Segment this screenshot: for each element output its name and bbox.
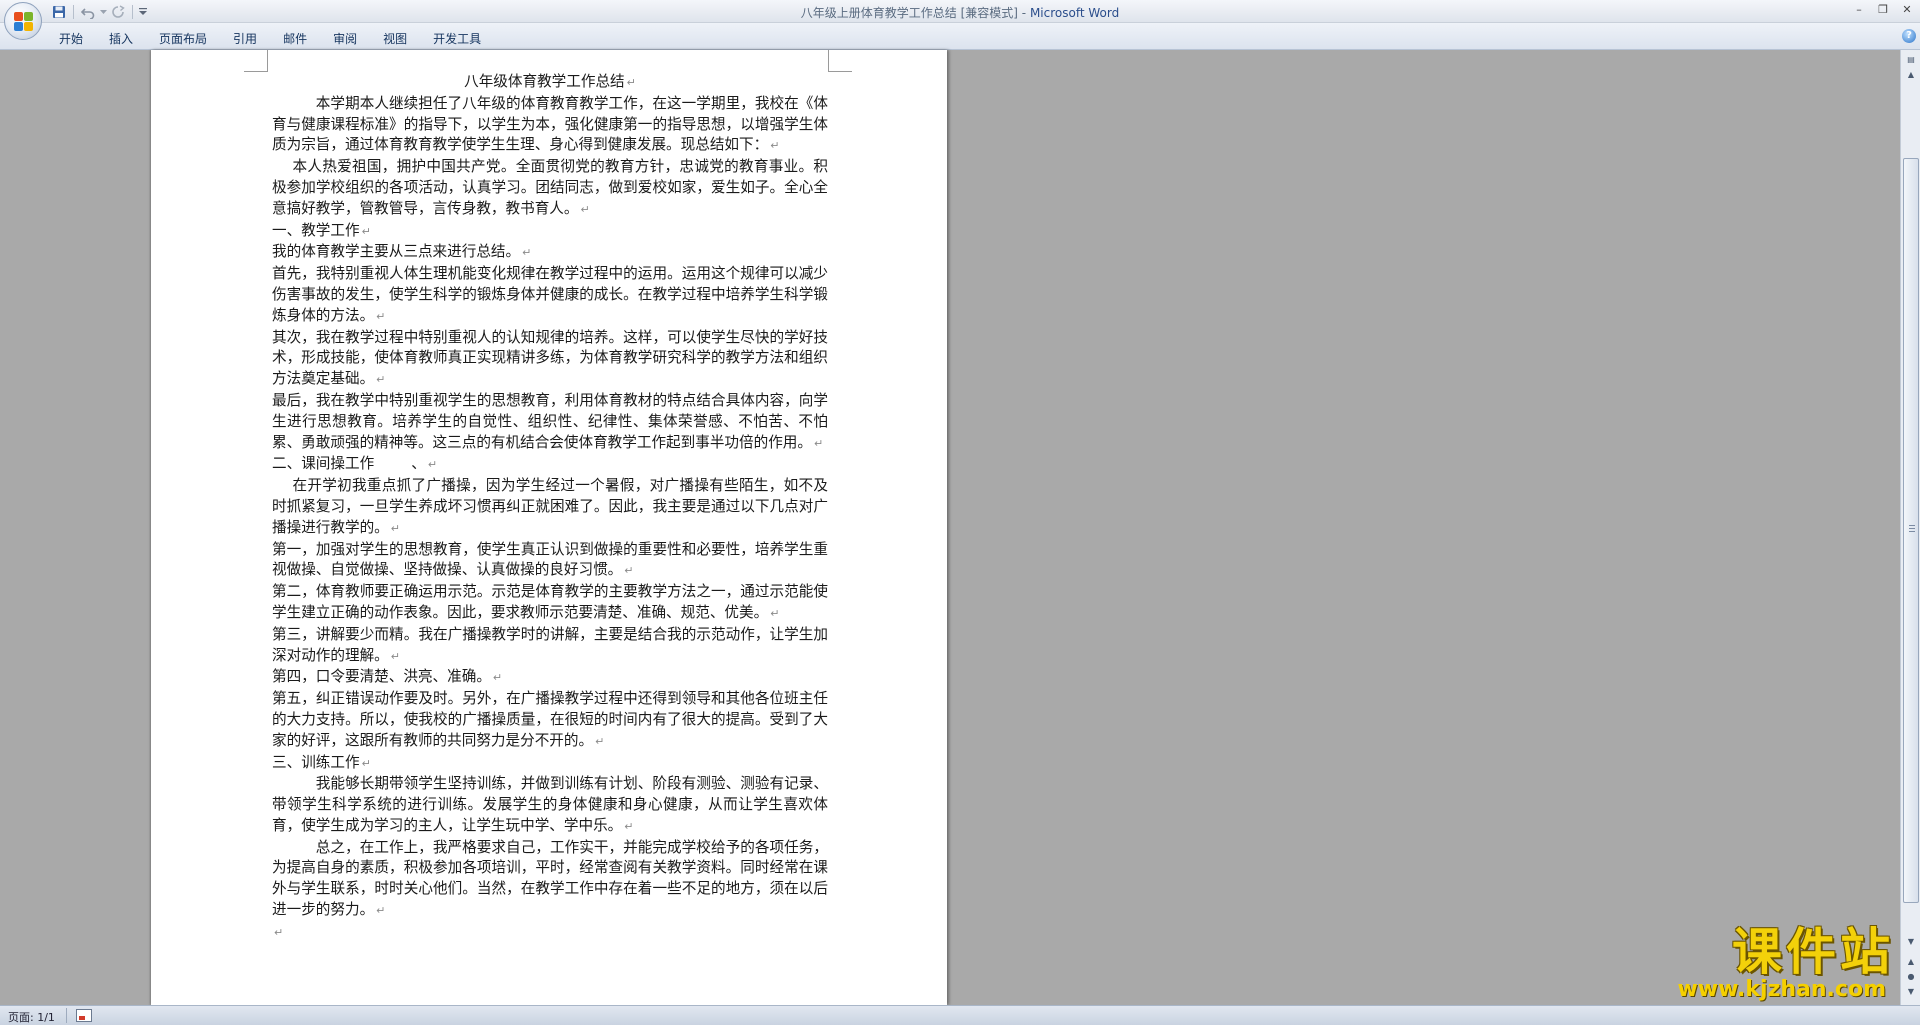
status-separator bbox=[66, 1008, 67, 1023]
ruler-toggle-icon[interactable]: ▤ bbox=[1903, 53, 1919, 67]
tab-references[interactable]: 引用 bbox=[220, 29, 270, 47]
document-name: 八年级上册体育教学工作总结 [兼容模式] bbox=[800, 6, 1018, 20]
section-heading: 一、教学工作 ↵ bbox=[272, 221, 371, 239]
title-separator: - bbox=[1017, 6, 1030, 20]
document-body[interactable]: 八年级体育教学工作总结 ↵ 本学期本人继续担任了八年级的体育教育教学工作，在这一学… bbox=[272, 72, 828, 944]
paragraph: 总之，在工作上，我严格要求自己，工作实干，并能完成学校给予的各项任务，为提高自身… bbox=[272, 838, 828, 919]
tab-review[interactable]: 审阅 bbox=[320, 29, 370, 47]
section-heading: 三、训练工作 ↵ bbox=[272, 753, 371, 771]
section-heading: 二、课间操工作 、 ↵ bbox=[272, 455, 438, 473]
paragraph: 第二，体育教师要正确运用示范。示范是体育教学的主要教学方法之一，通过示范能使学生… bbox=[272, 583, 828, 621]
scroll-up-icon[interactable]: ▲ bbox=[1903, 68, 1919, 82]
document-page[interactable]: 八年级体育教学工作总结 ↵ 本学期本人继续担任了八年级的体育教育教学工作，在这一学… bbox=[151, 50, 947, 1005]
watermark-logo: 课件站 www.kjzhan.com bbox=[1672, 925, 1904, 1005]
proofing-status-icon[interactable] bbox=[76, 1009, 92, 1022]
tab-view[interactable]: 视图 bbox=[370, 29, 420, 47]
scroll-down-icon[interactable]: ▼ bbox=[1903, 935, 1919, 949]
scroll-grip-icon bbox=[1909, 525, 1915, 532]
paragraph: 第五，纠正错误动作要及时。另外，在广播操教学过程中还得到领导和其他各位班主任的大… bbox=[272, 690, 828, 749]
page-count[interactable]: 页面: 1/1 bbox=[8, 1009, 55, 1025]
paragraph: 其次，我在教学过程中特别重视人的认知规律的培养。这样，可以使学生尽快的学好技术，… bbox=[272, 328, 828, 388]
help-icon[interactable]: ? bbox=[1902, 29, 1916, 43]
paragraph: 第四，口令要清楚、洪亮、准确。 ↵ bbox=[272, 668, 503, 686]
select-browse-object-icon[interactable]: ● bbox=[1903, 970, 1919, 984]
paragraph: 我的体育教学主要从三点来进行总结。 ↵ bbox=[272, 243, 532, 261]
app-name: Microsoft Word bbox=[1029, 6, 1120, 20]
tab-page-layout[interactable]: 页面布局 bbox=[146, 29, 220, 47]
watermark-title: 课件站 bbox=[1732, 923, 1894, 981]
window-controls: – ❐ ✕ bbox=[1850, 2, 1916, 18]
close-icon[interactable]: ✕ bbox=[1898, 2, 1916, 18]
paragraph: 第一，加强对学生的思想教育，使学生真正认识到做操的重要性和必要性，培养学生重视做… bbox=[272, 540, 828, 579]
paragraph: 我能够长期带领学生坚持训练，并做到训练有计划、阶段有测验、测验有记录、带领学生科… bbox=[272, 775, 828, 834]
scroll-thumb[interactable] bbox=[1903, 158, 1919, 903]
minimize-icon[interactable]: – bbox=[1850, 2, 1868, 18]
tab-mailings[interactable]: 邮件 bbox=[270, 29, 320, 47]
office-button[interactable] bbox=[4, 2, 42, 40]
next-page-icon[interactable]: ▼ bbox=[1903, 985, 1919, 999]
paragraph: 本学期本人继续担任了八年级的体育教育教学工作，在这一学期里，我校在《体育与健康课… bbox=[272, 94, 828, 154]
paragraph: 在开学初我重点抓了广播操，因为学生经过一个暑假，对广播操有些陌生，如不及时抓紧复… bbox=[272, 477, 828, 536]
empty-paragraph: ↵ bbox=[274, 925, 284, 939]
ribbon-tab-bar: 开始 插入 页面布局 引用 邮件 审阅 视图 开发工具 ? bbox=[0, 23, 1920, 50]
document-title: 八年级体育教学工作总结 ↵ bbox=[464, 73, 636, 90]
window-title: 八年级上册体育教学工作总结 [兼容模式] - Microsoft Word bbox=[0, 4, 1920, 21]
tab-home[interactable]: 开始 bbox=[46, 29, 96, 47]
document-workspace: 八年级体育教学工作总结 ↵ 本学期本人继续担任了八年级的体育教育教学工作，在这一学… bbox=[0, 50, 1900, 1005]
paragraph: 最后，我在教学中特别重视学生的思想教育，利用体育教材的特点结合具体内容，向学生进… bbox=[272, 391, 828, 451]
previous-page-icon[interactable]: ▲ bbox=[1903, 955, 1919, 969]
paragraph: 第三，讲解要少而精。我在广播操教学时的讲解，主要是结合我的示范动作，让学生加深对… bbox=[272, 625, 828, 664]
vertical-scrollbar[interactable]: ▤ ▲ ▼ ▲ ● ▼ bbox=[1900, 50, 1920, 1005]
paragraph: 首先，我特别重视人体生理机能变化规律在教学过程中的运用。运用这个规律可以减少伤害… bbox=[272, 265, 828, 324]
tab-insert[interactable]: 插入 bbox=[96, 29, 146, 47]
status-bar: 页面: 1/1 bbox=[0, 1005, 1920, 1025]
restore-icon[interactable]: ❐ bbox=[1874, 2, 1892, 18]
ribbon-tabs: 开始 插入 页面布局 引用 邮件 审阅 视图 开发工具 bbox=[46, 29, 494, 47]
title-bar: 八年级上册体育教学工作总结 [兼容模式] - Microsoft Word – … bbox=[0, 0, 1920, 23]
tab-developer[interactable]: 开发工具 bbox=[420, 29, 494, 47]
office-logo-icon bbox=[14, 12, 34, 32]
crop-mark-top-right bbox=[828, 50, 852, 72]
paragraph: 本人热爱祖国，拥护中国共产党。全面贯彻党的教育方针，忠诚党的教育事业。积极参加学… bbox=[272, 158, 828, 217]
crop-mark-top-left bbox=[244, 50, 268, 72]
watermark-url: www.kjzhan.com bbox=[1677, 977, 1886, 1002]
